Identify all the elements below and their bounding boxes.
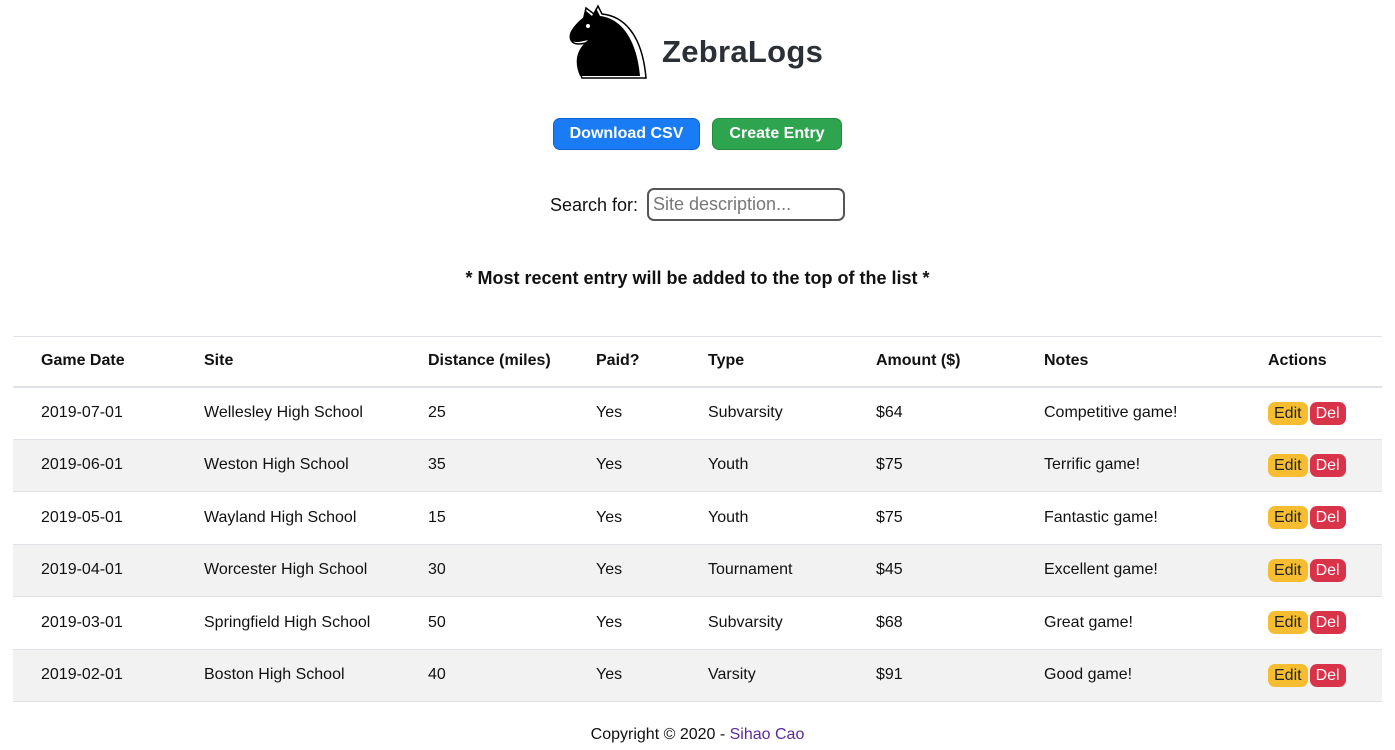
cell-amount: $75 xyxy=(876,456,903,474)
delete-button[interactable]: Del xyxy=(1309,611,1346,635)
cell-paid: Yes xyxy=(596,561,623,579)
notice-text: * Most recent entry will be added to the… xyxy=(465,268,930,288)
cell-site: Weston High School xyxy=(204,456,349,474)
edit-button[interactable]: Edit xyxy=(1268,453,1308,477)
cell-distance: 30 xyxy=(428,561,446,579)
cell-game-date: 2019-04-01 xyxy=(41,561,123,579)
cell-distance: 15 xyxy=(428,508,446,526)
cell-amount: $64 xyxy=(876,404,903,421)
cell-notes: Excellent game! xyxy=(1044,561,1158,579)
header-game-date[interactable]: Game Date xyxy=(13,337,204,387)
edit-button[interactable]: Edit xyxy=(1268,663,1308,687)
cell-type: Tournament xyxy=(708,561,793,579)
cell-paid: Yes xyxy=(596,456,623,474)
cell-type: Youth xyxy=(708,508,749,526)
cell-game-date: 2019-05-01 xyxy=(41,508,123,526)
cell-paid: Yes xyxy=(596,508,623,526)
cell-distance: 35 xyxy=(428,456,446,474)
edit-button[interactable]: Edit xyxy=(1268,401,1308,425)
cell-type: Subvarsity xyxy=(708,613,783,631)
edit-button[interactable]: Edit xyxy=(1268,611,1308,635)
cell-type: Subvarsity xyxy=(708,404,783,421)
cell-notes: Competitive game! xyxy=(1044,404,1178,421)
delete-button[interactable]: Del xyxy=(1309,506,1346,530)
table-row: 2019-05-01 Wayland High School 15 Yes Yo… xyxy=(13,492,1382,545)
cell-actions: Edit Del xyxy=(1268,597,1382,650)
header-amount[interactable]: Amount ($) xyxy=(876,337,1044,387)
cell-paid: Yes xyxy=(596,613,623,631)
cell-game-date: 2019-06-01 xyxy=(41,456,123,474)
cell-amount: $45 xyxy=(876,561,903,579)
download-csv-button[interactable]: Download CSV xyxy=(553,118,700,150)
header-type[interactable]: Type xyxy=(708,337,876,387)
header-distance[interactable]: Distance (miles) xyxy=(428,337,596,387)
cell-notes: Good game! xyxy=(1044,666,1133,684)
footer: Copyright © 2020 - Sihao Cao xyxy=(0,726,1395,744)
cell-paid: Yes xyxy=(596,404,623,421)
cell-site: Wellesley High School xyxy=(204,404,363,421)
cell-actions: Edit Del xyxy=(1268,492,1382,545)
copyright-text: Copyright © 2020 - xyxy=(590,726,730,743)
edit-button[interactable]: Edit xyxy=(1268,506,1308,530)
header-paid[interactable]: Paid? xyxy=(596,337,708,387)
table-row: 2019-04-01 Worcester High School 30 Yes … xyxy=(13,544,1382,597)
cell-paid: Yes xyxy=(596,666,623,684)
cell-notes: Terrific game! xyxy=(1044,456,1141,474)
cell-type: Youth xyxy=(708,456,749,474)
cell-actions: Edit Del xyxy=(1268,649,1382,702)
cell-type: Varsity xyxy=(708,666,756,684)
entries-table: Game Date Site Distance (miles) Paid? Ty… xyxy=(13,336,1382,702)
cell-site: Boston High School xyxy=(204,666,345,684)
cell-game-date: 2019-02-01 xyxy=(41,666,123,684)
header-actions: Actions xyxy=(1268,352,1327,370)
app-title: ZebraLogs xyxy=(662,34,824,69)
cell-notes: Fantastic game! xyxy=(1044,508,1158,526)
cell-distance: 40 xyxy=(428,666,446,684)
cell-site: Wayland High School xyxy=(204,508,357,526)
delete-button[interactable]: Del xyxy=(1309,558,1346,582)
cell-amount: $68 xyxy=(876,613,903,631)
cell-notes: Great game! xyxy=(1044,613,1133,631)
cell-distance: 25 xyxy=(428,404,446,421)
delete-button[interactable]: Del xyxy=(1309,663,1346,687)
cell-game-date: 2019-03-01 xyxy=(41,613,123,631)
table-header-row: Game Date Site Distance (miles) Paid? Ty… xyxy=(13,336,1382,387)
edit-button[interactable]: Edit xyxy=(1268,558,1308,582)
cell-distance: 50 xyxy=(428,613,446,631)
cell-site: Springfield High School xyxy=(204,613,371,631)
author-link[interactable]: Sihao Cao xyxy=(730,726,805,743)
table-row: 2019-06-01 Weston High School 35 Yes You… xyxy=(13,439,1382,492)
create-entry-button[interactable]: Create Entry xyxy=(712,118,842,150)
cell-actions: Edit Del xyxy=(1268,387,1382,440)
delete-button[interactable]: Del xyxy=(1309,453,1346,477)
header-notes[interactable]: Notes xyxy=(1044,337,1268,387)
table-row: 2019-02-01 Boston High School 40 Yes Var… xyxy=(13,649,1382,702)
search-label: Search for: xyxy=(550,195,639,215)
table-row: 2019-03-01 Springfield High School 50 Ye… xyxy=(13,597,1382,650)
cell-actions: Edit Del xyxy=(1268,544,1382,597)
search-input[interactable] xyxy=(647,188,845,221)
cell-game-date: 2019-07-01 xyxy=(41,404,123,421)
chess-knight-icon xyxy=(569,4,647,79)
cell-actions: Edit Del xyxy=(1268,439,1382,492)
cell-amount: $91 xyxy=(876,666,903,684)
table-row: 2019-07-01 Wellesley High School 25 Yes … xyxy=(13,387,1382,440)
header: ZebraLogs xyxy=(0,0,1395,100)
cell-amount: $75 xyxy=(876,508,903,526)
delete-button[interactable]: Del xyxy=(1309,401,1346,425)
header-site[interactable]: Site xyxy=(204,337,428,387)
cell-site: Worcester High School xyxy=(204,561,368,579)
